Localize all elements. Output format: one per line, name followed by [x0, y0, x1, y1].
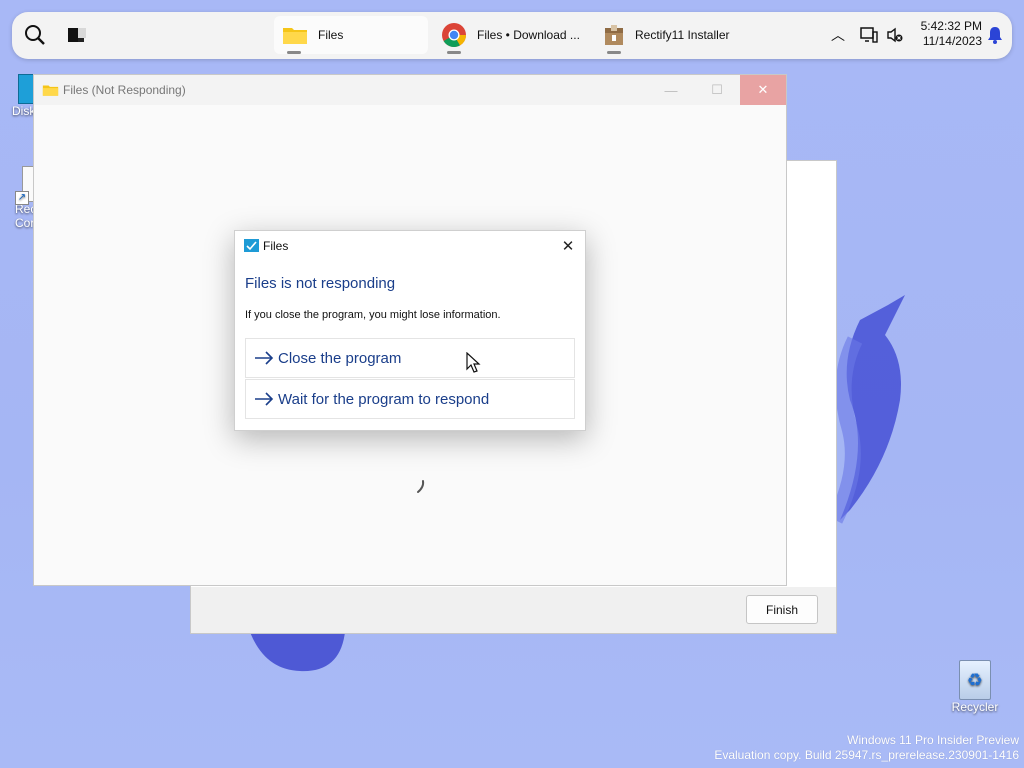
- taskbar-app-rectify11-installer[interactable]: Rectify11 Installer: [594, 16, 748, 54]
- arrow-right-icon: [254, 392, 278, 406]
- maximize-icon: ☐: [711, 82, 723, 97]
- taskbar-app-label: Rectify11 Installer: [635, 28, 730, 42]
- dialog-message: If you close the program, you might lose…: [245, 309, 501, 321]
- network-icon: [860, 27, 878, 43]
- search-button[interactable]: [20, 20, 50, 50]
- task-view-icon: [68, 28, 86, 42]
- search-icon: [25, 25, 45, 45]
- evaluation-watermark: Windows 11 Pro Insider Preview Evaluatio…: [714, 733, 1019, 763]
- dialog-close-button[interactable]: ✕: [557, 235, 579, 257]
- installer-footer: Finish: [191, 587, 836, 633]
- clock-date: 11/14/2023: [922, 34, 982, 48]
- taskbar: Files Files • Download ... Rectify11 Ins…: [12, 12, 1012, 59]
- not-responding-dialog: Files ✕ Files is not responding If you c…: [234, 230, 586, 431]
- finish-button[interactable]: Finish: [746, 595, 818, 624]
- watermark-line-1: Windows 11 Pro Insider Preview: [847, 733, 1019, 747]
- close-icon: ✕: [561, 238, 575, 255]
- wallpaper-bloom-bottom: [250, 632, 345, 672]
- shortcut-arrow-icon: ↗: [15, 191, 29, 205]
- running-indicator: [447, 51, 461, 54]
- running-indicator: [287, 51, 301, 54]
- close-program-option[interactable]: Close the program: [245, 338, 575, 378]
- chrome-icon: [442, 23, 466, 48]
- bell-icon: [988, 27, 1002, 44]
- dialog-heading: Files is not responding: [245, 275, 396, 292]
- folder-icon: [42, 85, 59, 96]
- taskbar-app-files[interactable]: Files: [274, 16, 428, 54]
- mouse-cursor-icon: [466, 352, 481, 373]
- close-icon: ✕: [757, 82, 769, 97]
- option-label: Close the program: [278, 349, 402, 367]
- chevron-up-icon: ︿: [831, 27, 845, 43]
- maximize-button[interactable]: ☐: [694, 75, 740, 105]
- taskbar-app-label: Files: [318, 28, 344, 42]
- option-label: Wait for the program to respond: [278, 390, 490, 408]
- watermark-line-2: Evaluation copy. Build 25947.rs_prerelea…: [714, 748, 1019, 762]
- minimize-button[interactable]: —: [648, 75, 694, 105]
- app-icon: [244, 239, 259, 252]
- dialog-title: Files: [263, 239, 289, 253]
- clock-time: 5:42:32 PM: [920, 19, 982, 33]
- running-indicator: [607, 51, 621, 54]
- desktop-icon-label: Recycler: [951, 700, 999, 714]
- show-hidden-icons-button[interactable]: ︿: [828, 20, 848, 50]
- folder-icon: [283, 28, 307, 44]
- network-button[interactable]: [858, 20, 880, 50]
- window-title: Files (Not Responding): [63, 83, 186, 97]
- taskbar-app-chrome[interactable]: Files • Download ...: [434, 16, 588, 54]
- volume-button[interactable]: [884, 20, 906, 50]
- close-button[interactable]: ✕: [740, 75, 786, 105]
- installer-icon: [605, 25, 623, 45]
- arrow-right-icon: [254, 351, 278, 365]
- loading-spinner-icon: [417, 480, 425, 493]
- speaker-muted-icon: [887, 27, 903, 43]
- wait-for-program-option[interactable]: Wait for the program to respond: [245, 379, 575, 419]
- system-clock[interactable]: 5:42:32 PM 11/14/2023: [921, 19, 982, 49]
- taskbar-app-label: Files • Download ...: [477, 28, 580, 42]
- window-titlebar[interactable]: Files (Not Responding) — ☐ ✕: [34, 75, 786, 105]
- minimize-icon: —: [664, 82, 678, 98]
- notifications-button[interactable]: [984, 20, 1006, 50]
- task-view-button[interactable]: [62, 20, 92, 50]
- desktop-icon-recycler[interactable]: ♻ Recycler: [945, 660, 1005, 714]
- recycle-bin-icon: ♻: [959, 660, 991, 700]
